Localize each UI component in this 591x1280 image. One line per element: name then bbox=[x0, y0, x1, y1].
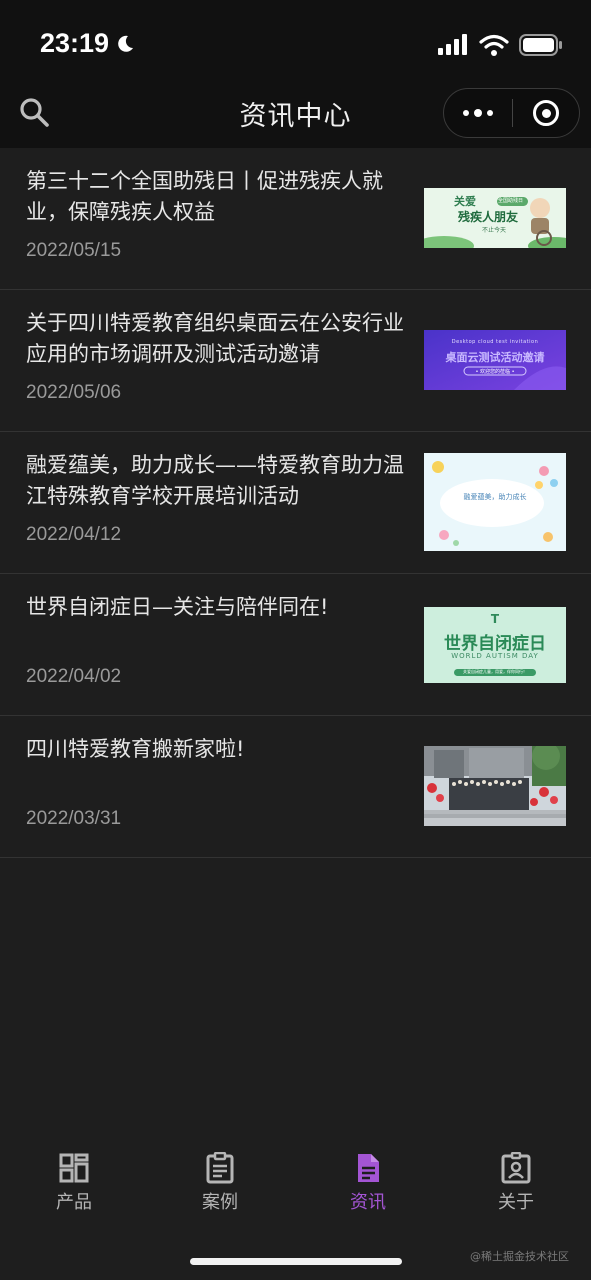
thumb-text: 不止今天 bbox=[482, 227, 507, 234]
thumb-text: 世界自闭症日 bbox=[444, 634, 546, 654]
news-item[interactable]: 四川特爱教育搬新家啦! 2022/03/31 bbox=[0, 716, 591, 858]
svg-text:T: T bbox=[491, 612, 500, 626]
badge-icon bbox=[501, 1152, 531, 1184]
news-thumbnail: 融爱蕴美，助力成长 bbox=[424, 453, 566, 551]
news-title: 世界自闭症日—关注与陪伴同在! bbox=[26, 595, 329, 619]
news-thumbnail: Desktop cloud test invitation 桌面云测试活动邀请 … bbox=[424, 330, 566, 390]
news-title: 融爱蕴美，助力成长——特爱教育助力温江特殊教育学校开展培训活动 bbox=[26, 453, 404, 508]
more-dot-icon bbox=[474, 109, 482, 117]
thumb-text: • 欢迎您的莅临 • bbox=[475, 369, 515, 375]
document-icon bbox=[358, 1154, 379, 1182]
news-item[interactable]: 第三十二个全国助残日丨促进残疾人就业，保障残疾人权益 2022/05/15 关爱… bbox=[0, 148, 591, 290]
news-date: 2022/04/12 bbox=[26, 524, 122, 545]
news-title: 关于四川特爱教育组织桌面云在公安行业应用的市场调研及测试活动邀请 bbox=[26, 311, 404, 366]
mini-program-capsule bbox=[443, 88, 580, 138]
news-item[interactable]: 关于四川特爱教育组织桌面云在公安行业应用的市场调研及测试活动邀请 2022/05… bbox=[0, 290, 591, 432]
target-icon bbox=[533, 100, 559, 126]
news-item[interactable]: 世界自闭症日—关注与陪伴同在! 2022/04/02 T 世界自闭症日 WORL… bbox=[0, 574, 591, 716]
close-miniprogram-button[interactable] bbox=[513, 89, 579, 137]
clock-text: 23:19 bbox=[40, 28, 110, 58]
news-title: 第三十二个全国助残日丨促进残疾人就业，保障残疾人权益 bbox=[26, 169, 383, 224]
tab-about[interactable]: 关于 bbox=[466, 1152, 566, 1214]
news-date: 2022/04/02 bbox=[26, 666, 122, 687]
news-date: 2022/05/15 bbox=[26, 240, 122, 261]
thumb-text: 融爱蕴美，助力成长 bbox=[463, 493, 527, 501]
news-date: 2022/05/06 bbox=[26, 382, 122, 403]
navigation-bar: 资讯中心 bbox=[0, 88, 591, 148]
signal-icon bbox=[438, 34, 467, 55]
more-button[interactable] bbox=[444, 89, 512, 137]
thumb-text: 全国助残日 bbox=[498, 198, 524, 204]
tab-news[interactable]: 资讯 bbox=[318, 1152, 418, 1214]
tab-label: 关于 bbox=[498, 1192, 534, 1213]
tab-products[interactable]: 产品 bbox=[24, 1152, 124, 1214]
more-dot-icon bbox=[487, 110, 493, 116]
moon-icon bbox=[118, 35, 134, 52]
news-title: 四川特爱教育搬新家啦! bbox=[26, 737, 245, 761]
wifi-icon bbox=[479, 34, 509, 56]
news-thumbnail: 关爱 全国助残日 残疾人朋友 不止今天 bbox=[424, 188, 566, 248]
thumb-text: 关爱 bbox=[454, 195, 476, 208]
news-thumbnail bbox=[424, 746, 566, 826]
thumb-text: 关爱自闭症儿童，用爱，伴你同行！ bbox=[463, 669, 527, 674]
tab-label: 案例 bbox=[202, 1192, 238, 1213]
status-bar: 23:19 bbox=[0, 0, 591, 90]
tab-label: 产品 bbox=[56, 1192, 92, 1213]
thumb-text: 桌面云测试活动邀请 bbox=[445, 351, 545, 364]
tab-cases[interactable]: 案例 bbox=[170, 1152, 270, 1214]
news-list: 第三十二个全国助残日丨促进残疾人就业，保障残疾人权益 2022/05/15 关爱… bbox=[0, 148, 591, 858]
more-dot-icon bbox=[463, 110, 469, 116]
status-icons bbox=[437, 34, 563, 56]
watermark: @稀土掘金技术社区 bbox=[470, 1250, 569, 1263]
news-date: 2022/03/31 bbox=[26, 808, 122, 829]
news-thumbnail: T 世界自闭症日 WORLD AUTISM DAY 关爱自闭症儿童，用爱，伴你同… bbox=[424, 607, 566, 683]
thumb-text: 残疾人朋友 bbox=[458, 210, 519, 224]
news-item[interactable]: 融爱蕴美，助力成长——特爱教育助力温江特殊教育学校开展培训活动 2022/04/… bbox=[0, 432, 591, 574]
status-time: 23:19 bbox=[40, 28, 135, 59]
thumb-text: Desktop cloud test invitation bbox=[451, 339, 539, 345]
thumb-text: WORLD AUTISM DAY bbox=[451, 652, 539, 660]
grid-icon bbox=[59, 1153, 89, 1183]
clipboard-icon bbox=[206, 1152, 234, 1184]
home-indicator[interactable] bbox=[190, 1258, 402, 1265]
battery-icon bbox=[519, 34, 562, 56]
tab-label: 资讯 bbox=[350, 1192, 386, 1213]
